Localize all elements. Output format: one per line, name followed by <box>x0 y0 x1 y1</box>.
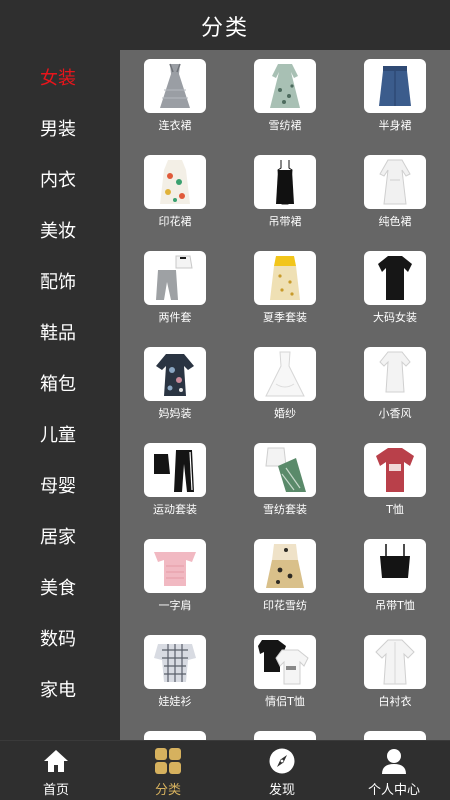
grid-item-label: 印花雪纺 <box>263 599 307 612</box>
next-row-thumb <box>254 731 316 740</box>
grid-item-label: 雪纺套装 <box>263 503 307 516</box>
grid-item[interactable]: 连衣裙 <box>120 50 230 140</box>
grid-item-label: 吊带裙 <box>268 215 302 228</box>
sidebar-item-womens[interactable]: 女装 <box>0 57 120 97</box>
tab-profile-label: 个人中心 <box>367 783 420 798</box>
grid-item-label: 情侣T恤 <box>265 695 305 708</box>
grid-item[interactable]: 雪纺套装 <box>230 434 340 524</box>
tab-discover[interactable]: 发现 <box>226 741 338 800</box>
grid-item[interactable]: 两件套 <box>120 242 230 332</box>
plaid-doll-top-icon <box>144 635 206 689</box>
grid-item[interactable]: 印花雪纺 <box>230 530 340 620</box>
sidebar-item-baby[interactable]: 母婴 <box>0 465 120 505</box>
grid-item-label: 运动套装 <box>153 503 197 516</box>
tab-profile[interactable]: 个人中心 <box>338 741 450 800</box>
grid-item-label: 纯色裙 <box>378 215 412 228</box>
grid-item-label: 雪纺裙 <box>268 119 302 132</box>
grid-item-label: 婚纱 <box>274 407 296 420</box>
grid-item-label: 一字肩 <box>158 599 192 612</box>
next-row-thumb <box>144 731 206 740</box>
grid-item-label: 夏季套装 <box>263 311 307 324</box>
grid-item[interactable]: 夏季套装 <box>230 242 340 332</box>
next-row-thumb <box>364 731 426 740</box>
compass-icon <box>268 747 296 775</box>
page-title: 分类 <box>200 16 249 41</box>
white-dress-icon <box>364 155 426 209</box>
floral-top-icon <box>144 347 206 401</box>
grid-item[interactable]: 半身裙 <box>340 50 450 140</box>
pink-off-shoulder-icon <box>144 539 206 593</box>
grid-item[interactable]: 娃娃衫 <box>120 626 230 716</box>
grid-item-label: 白衬衣 <box>378 695 412 708</box>
grid-item[interactable]: 妈妈装 <box>120 338 230 428</box>
sidebar-item-mens[interactable]: 男装 <box>0 108 120 148</box>
sidebar-item-underwear[interactable]: 内衣 <box>0 159 120 199</box>
tab-category-label: 分类 <box>154 783 181 798</box>
grid-item[interactable]: 纯色裙 <box>340 146 450 236</box>
print-dress-icon <box>144 155 206 209</box>
grid-item[interactable]: 大码女装 <box>340 242 450 332</box>
sidebar-item-shoes[interactable]: 鞋品 <box>0 312 120 352</box>
summer-set-icon <box>254 251 316 305</box>
grid-item-label: 吊带T恤 <box>375 599 415 612</box>
print-chiffon-icon <box>254 539 316 593</box>
grid-item-label: T恤 <box>386 503 404 516</box>
sidebar-item-home[interactable]: 居家 <box>0 516 120 556</box>
sidebar-item-bags[interactable]: 箱包 <box>0 363 120 403</box>
tab-home-label: 首页 <box>42 783 69 798</box>
grid-item[interactable]: 印花裙 <box>120 146 230 236</box>
sidebar-item-accessories[interactable]: 配饰 <box>0 261 120 301</box>
wedding-dress-icon <box>254 347 316 401</box>
grid-item-label: 两件套 <box>158 311 192 324</box>
black-slip-dress-icon <box>254 155 316 209</box>
red-tshirt-icon <box>364 443 426 497</box>
category-grid-icon <box>154 747 182 775</box>
gray-dress-icon <box>144 59 206 113</box>
grid-item[interactable]: 吊带T恤 <box>340 530 450 620</box>
white-mini-dress-icon <box>364 347 426 401</box>
couple-tshirts-icon <box>254 635 316 689</box>
grid-item-label: 连衣裙 <box>158 119 192 132</box>
black-tee-icon <box>364 251 426 305</box>
grid-item-label: 娃娃衫 <box>158 695 192 708</box>
grid-item[interactable]: 吊带裙 <box>230 146 340 236</box>
grid-item[interactable]: 婚纱 <box>230 338 340 428</box>
grid-item[interactable]: 白衬衣 <box>340 626 450 716</box>
grid-item[interactable]: 情侣T恤 <box>230 626 340 716</box>
grid-item[interactable]: T恤 <box>340 434 450 524</box>
chiffon-set-icon <box>254 443 316 497</box>
grid-item-label: 小香风 <box>378 407 412 420</box>
sidebar-item-kids[interactable]: 儿童 <box>0 414 120 454</box>
grid-item-label: 大码女装 <box>373 311 417 324</box>
denim-skirt-icon <box>364 59 426 113</box>
user-icon <box>380 747 408 775</box>
grid-item[interactable]: 运动套装 <box>120 434 230 524</box>
tab-discover-label: 发现 <box>268 783 295 798</box>
grid-item-label: 妈妈装 <box>158 407 192 420</box>
grid-item[interactable]: 一字肩 <box>120 530 230 620</box>
floral-chiffon-dress-icon <box>254 59 316 113</box>
sport-set-icon <box>144 443 206 497</box>
tab-home[interactable]: 首页 <box>0 741 112 800</box>
two-piece-set-icon <box>144 251 206 305</box>
tab-category[interactable]: 分类 <box>112 741 224 800</box>
grid-item[interactable]: 小香风 <box>340 338 450 428</box>
subcategory-grid: 连衣裙 雪纺裙 半身裙 印花裙 吊带裙 纯色裙 两件套 夏季套装 大码女装 妈妈… <box>120 50 450 740</box>
category-sidebar: 女装 男装 内衣 美妆 配饰 鞋品 箱包 儿童 母婴 居家 美食 数码 家电 <box>0 50 120 740</box>
bottom-tab-bar: 首页 分类 发现 个人中心 <box>0 740 450 800</box>
white-blouse-icon <box>364 635 426 689</box>
header-bar: 分类 <box>0 0 450 50</box>
grid-item[interactable]: 雪纺裙 <box>230 50 340 140</box>
sidebar-item-appliances[interactable]: 家电 <box>0 669 120 709</box>
grid-item-label: 半身裙 <box>378 119 412 132</box>
sidebar-item-food[interactable]: 美食 <box>0 567 120 607</box>
black-camisole-icon <box>364 539 426 593</box>
sidebar-item-beauty[interactable]: 美妆 <box>0 210 120 250</box>
sidebar-item-digital[interactable]: 数码 <box>0 618 120 658</box>
grid-item-label: 印花裙 <box>158 215 192 228</box>
home-icon <box>42 747 70 775</box>
